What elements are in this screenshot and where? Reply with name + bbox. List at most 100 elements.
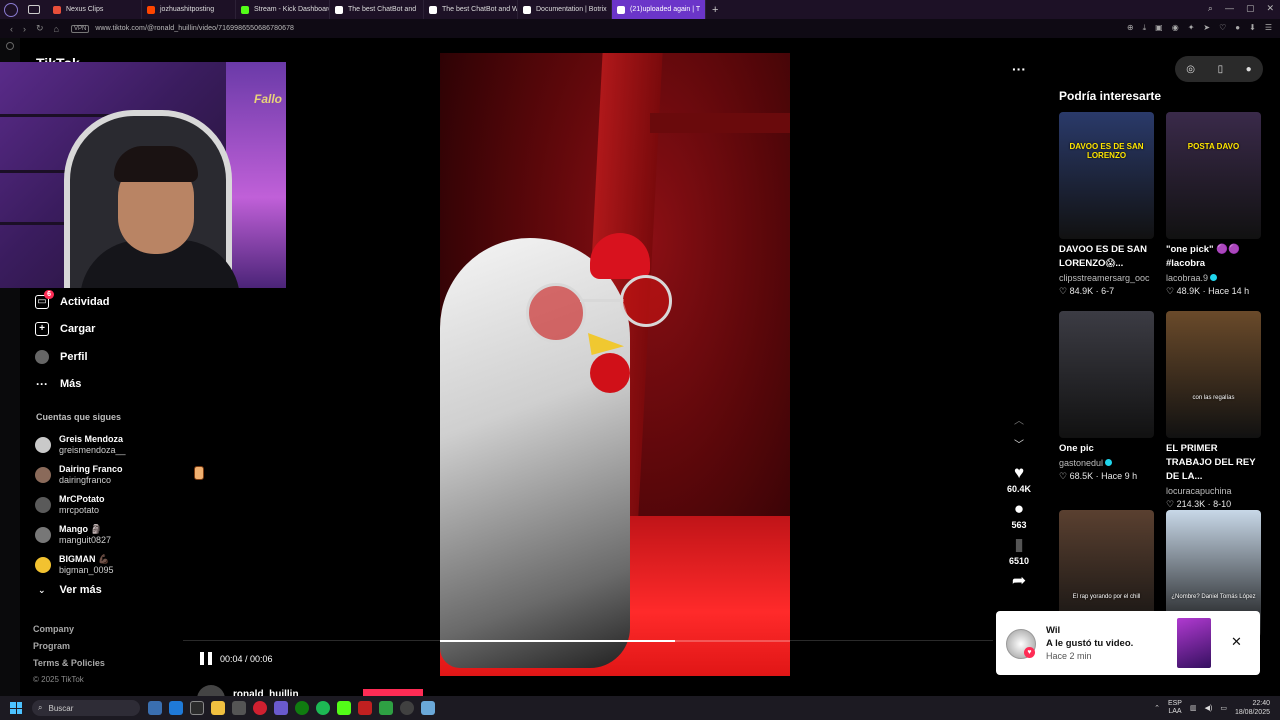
minecraft-icon[interactable] bbox=[379, 701, 393, 715]
snapshot-icon[interactable]: ▣ bbox=[1155, 23, 1163, 33]
video-player[interactable] bbox=[440, 53, 790, 676]
recommendation-card[interactable]: POSTA DAVO "one pick" 🟣🟣 #lacobra lacobraa… bbox=[1166, 112, 1261, 298]
following-names: Greis Mendoza greismendoza__ bbox=[59, 434, 126, 456]
nav-item-mas[interactable]: ··· Más bbox=[35, 371, 110, 399]
recommendation-card[interactable]: One pic gastonedul ♡ 68.5K · Hace 9 h bbox=[1059, 311, 1154, 483]
back-icon[interactable]: ‹ bbox=[10, 24, 13, 34]
pause-icon[interactable] bbox=[200, 652, 212, 665]
video-preview-thumbnail[interactable] bbox=[1177, 618, 1211, 668]
menu-icon[interactable]: ☰ bbox=[1265, 23, 1272, 33]
recommendation-user: locuracapuchina bbox=[1166, 486, 1232, 496]
recommendation-card[interactable]: con las regalías EL PRIMER TRABAJO DEL RE… bbox=[1166, 311, 1261, 511]
windows-start-icon[interactable] bbox=[10, 702, 22, 714]
browser-tab[interactable]: (21)uploaded again | T bbox=[612, 0, 706, 19]
comment-count: 563 bbox=[1011, 520, 1027, 530]
video-progress-bar[interactable] bbox=[440, 640, 790, 642]
following-item[interactable]: MrCPotato mrcpotato bbox=[35, 490, 126, 520]
compass-icon[interactable]: ◎ bbox=[1186, 64, 1195, 75]
volume-icon[interactable]: ◀) bbox=[1205, 704, 1213, 712]
tab-label: The best ChatBot and bbox=[348, 6, 417, 13]
verified-icon bbox=[1105, 459, 1113, 466]
chevron-down-icon: ⌄ bbox=[38, 584, 46, 595]
browser-tab[interactable]: Stream - Kick Dashboard bbox=[236, 0, 330, 19]
nav-label: Más bbox=[60, 378, 82, 391]
app-icon[interactable] bbox=[232, 701, 246, 715]
url-field[interactable]: www.tiktok.com/@ronald_huillin/video/716… bbox=[95, 25, 294, 32]
recommendation-card[interactable]: DAVOO ES DE SAN LORENZO DAVOO ES DE SAN L… bbox=[1059, 112, 1154, 298]
terminal-icon[interactable] bbox=[190, 701, 204, 715]
language-indicator[interactable]: ESP LAA bbox=[1168, 700, 1182, 716]
new-tab-button[interactable]: + bbox=[712, 4, 718, 16]
browser-tab[interactable]: jozhuashitposting bbox=[142, 0, 236, 19]
tiktok-nav: ▭ 6 Actividad + Cargar Perfil ··· Más bbox=[35, 288, 110, 398]
like-button[interactable]: ♥ 60.4K bbox=[1007, 464, 1031, 495]
sidebar-panel-icon[interactable] bbox=[6, 42, 14, 50]
obs-icon[interactable] bbox=[400, 701, 414, 715]
clock[interactable]: 22:40 18/08/2025 bbox=[1235, 699, 1270, 717]
app-red-icon[interactable] bbox=[358, 701, 372, 715]
minimize-icon[interactable]: — bbox=[1225, 3, 1234, 14]
adblock-icon[interactable]: ✦ bbox=[1188, 23, 1195, 33]
footer-link-program[interactable]: Program bbox=[33, 641, 105, 658]
reload-icon[interactable]: ↻ bbox=[36, 23, 44, 34]
vpn-badge[interactable]: VPN bbox=[70, 24, 90, 33]
video-progress-fill bbox=[440, 640, 675, 642]
next-video-icon[interactable]: ﹀ bbox=[1014, 434, 1024, 458]
more-options-icon[interactable]: ··· bbox=[1012, 61, 1026, 77]
phone-icon[interactable]: ▯ bbox=[1218, 64, 1224, 75]
maximize-icon[interactable]: ▢ bbox=[1246, 3, 1255, 14]
profile-icon[interactable]: ● bbox=[1235, 23, 1240, 33]
recommendation-thumbnail[interactable]: POSTA DAVO bbox=[1166, 112, 1261, 239]
zoom-icon[interactable]: ⊕ bbox=[1127, 23, 1134, 33]
browser-menu-icon[interactable] bbox=[4, 2, 18, 17]
recommendation-thumbnail[interactable]: con las regalías bbox=[1166, 311, 1261, 438]
task-view-icon[interactable] bbox=[148, 701, 162, 715]
share-button[interactable]: ➦ bbox=[1012, 572, 1026, 590]
comment-button[interactable]: ● 563 bbox=[1011, 500, 1027, 531]
taskbar-search[interactable]: ⌕ Buscar bbox=[32, 700, 140, 716]
file-explorer-icon[interactable] bbox=[211, 701, 225, 715]
tray-chevron-icon[interactable]: ⌃ bbox=[1154, 704, 1160, 712]
extension-icon[interactable]: ◉ bbox=[1172, 23, 1179, 33]
network-icon[interactable]: ▥ bbox=[1190, 704, 1197, 712]
forward-icon[interactable]: › bbox=[23, 24, 26, 34]
discord-icon[interactable] bbox=[274, 701, 288, 715]
close-icon[interactable]: ✕ bbox=[1231, 634, 1242, 650]
xbox-icon[interactable] bbox=[295, 701, 309, 715]
downloads-icon[interactable]: ⬇ bbox=[1249, 23, 1256, 33]
send-icon[interactable]: ➤ bbox=[1203, 23, 1210, 33]
nav-item-cargar[interactable]: + Cargar bbox=[35, 316, 110, 344]
battery-icon[interactable]: ▭ bbox=[1220, 704, 1227, 712]
nav-item-perfil[interactable]: Perfil bbox=[35, 343, 110, 371]
nav-item-actividad[interactable]: ▭ 6 Actividad bbox=[35, 288, 110, 316]
search-tabs-icon[interactable]: ⌕ bbox=[1208, 3, 1213, 14]
sidebar-toggle-icon[interactable] bbox=[28, 5, 40, 14]
recommendation-thumbnail[interactable] bbox=[1059, 311, 1154, 438]
speed-dial-icon[interactable]: ⌂ bbox=[54, 24, 59, 34]
download-icon[interactable]: ⤓ bbox=[1143, 23, 1147, 33]
notification-toast[interactable]: ♥ Wil A le gustó tu video. Hace 2 min ✕ bbox=[996, 611, 1260, 675]
previous-video-icon[interactable]: ︿ bbox=[1014, 410, 1024, 434]
footer-link-terms[interactable]: Terms & Policies bbox=[33, 658, 105, 675]
browser-tab[interactable]: Documentation | Botrix bbox=[518, 0, 612, 19]
following-item[interactable]: Mango 🗿 manguit0827 bbox=[35, 520, 126, 550]
see-more-button[interactable]: ⌄ Ver más bbox=[38, 584, 102, 596]
opera-gx-icon[interactable] bbox=[253, 701, 267, 715]
spotify-icon[interactable] bbox=[316, 701, 330, 715]
recommendation-thumbnail[interactable]: DAVOO ES DE SAN LORENZO bbox=[1059, 112, 1154, 239]
browser-tab[interactable]: The best ChatBot and bbox=[330, 0, 424, 19]
following-item[interactable]: BIGMAN 💪🏿 bigman_0095 bbox=[35, 550, 126, 580]
browser-tab[interactable]: The best ChatBot and W bbox=[424, 0, 518, 19]
following-item[interactable]: Dairing Franco dairingfranco bbox=[35, 460, 126, 490]
outlook-icon[interactable] bbox=[169, 701, 183, 715]
following-avatar bbox=[35, 437, 51, 453]
heart-icon[interactable]: ♡ bbox=[1219, 23, 1226, 33]
following-item[interactable]: Greis Mendoza greismendoza__ bbox=[35, 430, 126, 460]
close-window-icon[interactable]: ✕ bbox=[1266, 3, 1274, 14]
user-avatar-icon[interactable]: ● bbox=[1246, 64, 1252, 75]
save-button[interactable]: ▮ 6510 bbox=[1009, 536, 1029, 567]
footer-link-company[interactable]: Company bbox=[33, 624, 105, 641]
browser-tab[interactable]: Nexus Clips bbox=[48, 0, 142, 19]
notepad-icon[interactable] bbox=[421, 701, 435, 715]
kick-icon[interactable] bbox=[337, 701, 351, 715]
